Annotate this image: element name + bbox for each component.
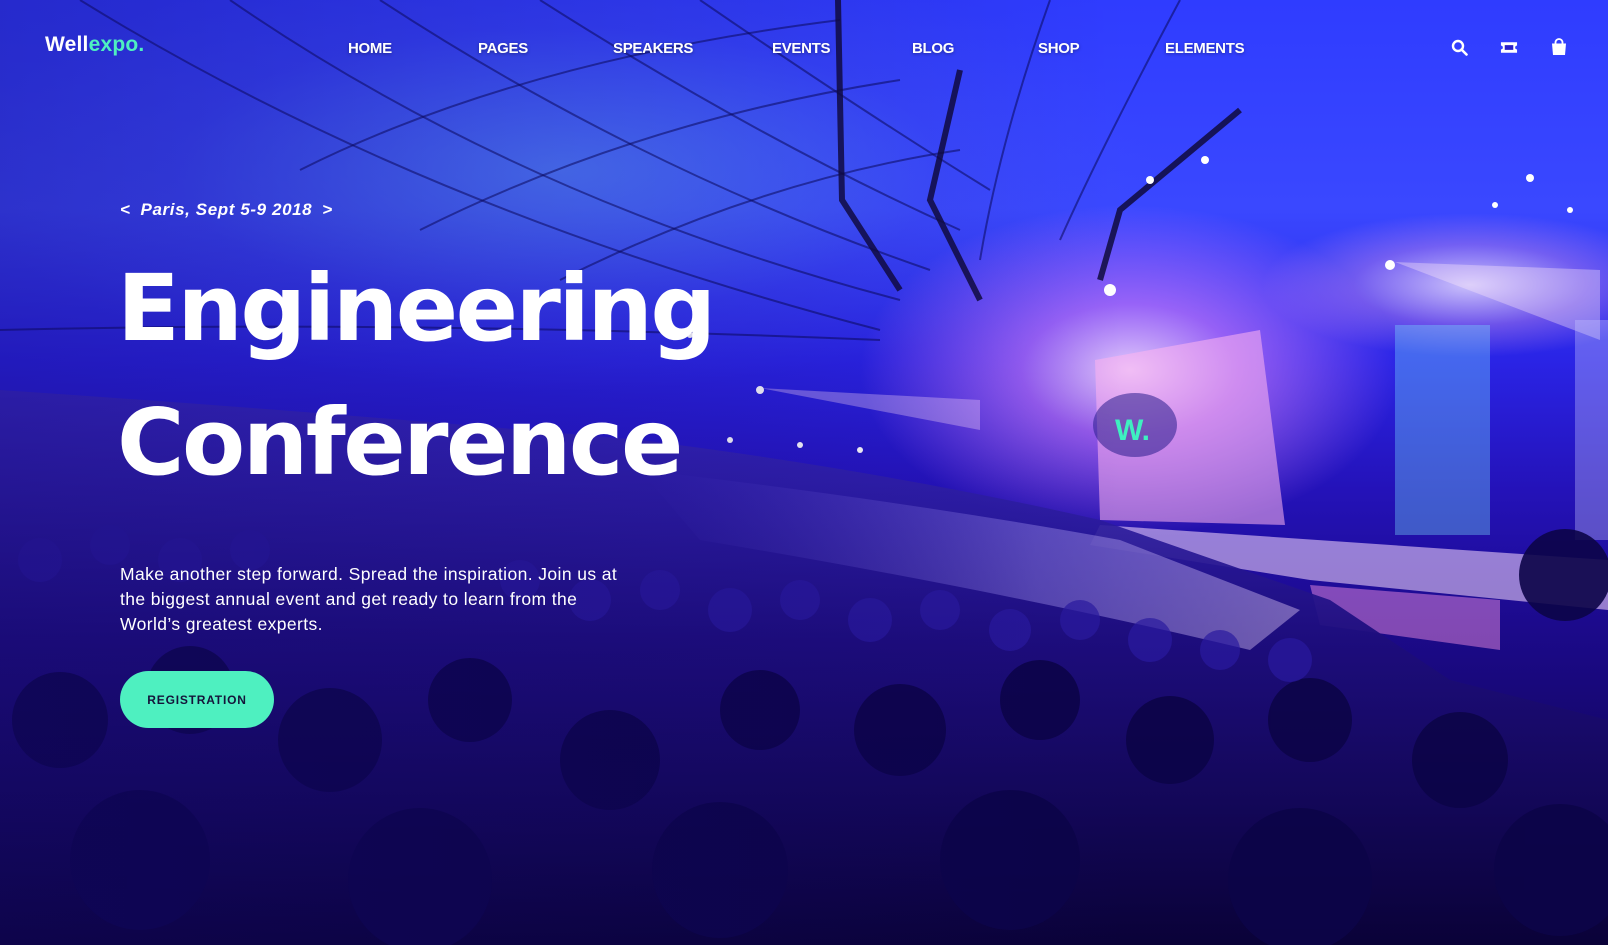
event-date: Paris, Sept 5-9 2018 — [140, 200, 313, 219]
nav-item-pages[interactable]: PAGES — [478, 40, 528, 57]
nav-item-home[interactable]: HOME — [348, 40, 392, 57]
hero-description: Make another step forward. Spread the in… — [120, 564, 618, 634]
nav-item-speakers[interactable]: SPEAKERS — [613, 40, 693, 57]
hero-title-line-2: Conference — [117, 389, 683, 496]
registration-button[interactable]: REGISTRATION — [120, 671, 274, 728]
shopping-bag-icon[interactable] — [1550, 38, 1568, 56]
hero-content: < Paris, Sept 5-9 2018 > Engineering Con… — [117, 200, 740, 728]
search-icon[interactable] — [1450, 38, 1468, 56]
hero-title-line-1: Engineering — [117, 255, 716, 362]
nav-item-blog[interactable]: BLOG — [912, 40, 954, 57]
date-prev-arrow[interactable]: < — [120, 200, 131, 220]
date-next-arrow[interactable]: > — [322, 200, 333, 220]
site-header: Well expo. HOME PAGES SPEAKERS EVENTS BL… — [0, 0, 1608, 100]
hero-title: Engineering Conference — [117, 242, 740, 510]
event-date-line: < Paris, Sept 5-9 2018 > — [120, 200, 740, 220]
header-actions — [1450, 38, 1568, 56]
nav-item-events[interactable]: EVENTS — [772, 40, 831, 57]
main-navigation: HOME PAGES SPEAKERS EVENTS BLOG SHOP ELE… — [0, 40, 1608, 64]
ticket-icon[interactable] — [1500, 38, 1518, 56]
nav-item-shop[interactable]: SHOP — [1038, 40, 1080, 57]
nav-item-elements[interactable]: ELEMENTS — [1165, 40, 1245, 57]
